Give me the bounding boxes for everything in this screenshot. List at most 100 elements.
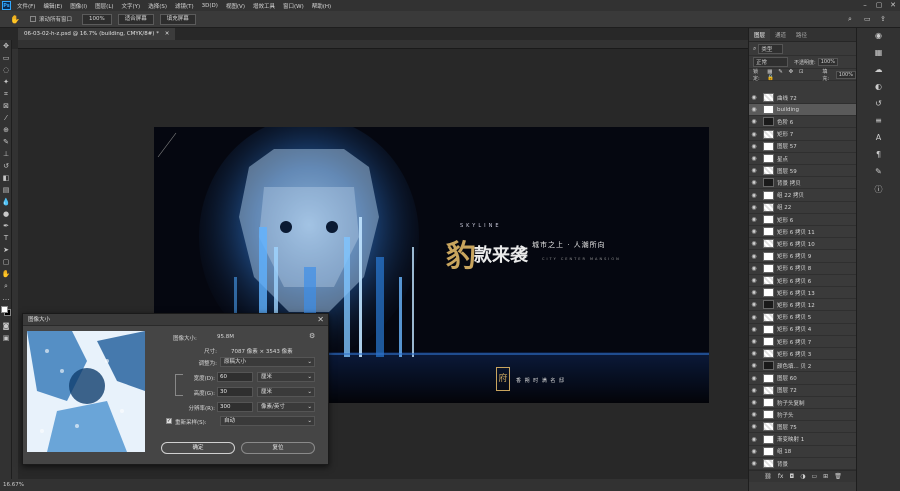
close-icon[interactable]: ✕ — [886, 0, 900, 11]
swatches-panel-icon[interactable]: ▦ — [871, 48, 887, 62]
visibility-eye-icon[interactable]: ◉ — [749, 387, 759, 394]
layer-row[interactable]: ◉ 矩形 6 拷贝 12 — [749, 299, 857, 312]
crop-tool-icon[interactable]: ⌗ — [0, 88, 12, 100]
visibility-eye-icon[interactable]: ◉ — [749, 460, 759, 467]
history-panel-icon[interactable]: ↺ — [871, 99, 887, 113]
tab-layers[interactable]: 图层 — [749, 29, 771, 41]
delete-layer-icon[interactable]: 🗑 — [834, 473, 842, 480]
visibility-eye-icon[interactable]: ◉ — [749, 448, 759, 455]
stamp-tool-icon[interactable]: ⊥ — [0, 148, 12, 160]
share-icon[interactable]: ⇪ — [880, 15, 886, 23]
screen-mode-icon[interactable]: ▣ — [0, 332, 12, 344]
fill-screen-button[interactable]: 填充屏幕 — [159, 13, 196, 25]
visibility-eye-icon[interactable]: ◉ — [749, 204, 759, 211]
document-tab[interactable]: 06-03-02-h-z.psd @ 16.7% (building, CMYK… — [18, 28, 176, 40]
visibility-eye-icon[interactable]: ◉ — [749, 94, 759, 101]
info-panel-icon[interactable]: ⓘ — [871, 184, 887, 198]
layer-row[interactable]: ◉ 矩形 6 拷贝 10 — [749, 238, 857, 251]
magic-wand-icon[interactable]: ✦ — [0, 76, 12, 88]
add-mask-icon[interactable]: ◘ — [789, 473, 794, 480]
visibility-eye-icon[interactable]: ◉ — [749, 228, 759, 235]
more-tools-icon[interactable]: … — [0, 292, 12, 304]
properties-panel-icon[interactable]: ≡ — [871, 116, 887, 130]
brushes-panel-icon[interactable]: ✎ — [871, 167, 887, 181]
layer-row[interactable]: ◉ building — [749, 104, 857, 117]
zoom-tool-icon[interactable]: ⌕ — [0, 280, 12, 292]
layer-row[interactable]: ◉ 色阶 6 — [749, 116, 857, 129]
ok-button[interactable]: 确定 — [161, 442, 235, 454]
dialog-close-icon[interactable]: ✕ — [317, 314, 324, 326]
settings-gear-icon[interactable]: ⚙ — [309, 332, 315, 340]
visibility-eye-icon[interactable]: ◉ — [749, 216, 759, 223]
scroll-all-checkbox[interactable] — [29, 16, 36, 22]
fit-to-select[interactable]: 原稿大小 ⌄ — [220, 357, 315, 367]
type-tool-icon[interactable]: T — [0, 232, 12, 244]
new-layer-icon[interactable]: ⊞ — [823, 473, 828, 480]
blur-tool-icon[interactable]: 💧 — [0, 196, 12, 208]
kind-filter[interactable]: 类型 — [758, 43, 784, 54]
visibility-eye-icon[interactable]: ◉ — [749, 155, 759, 162]
link-layers-icon[interactable]: ⛓ — [764, 473, 772, 480]
visibility-eye-icon[interactable]: ◉ — [749, 253, 759, 260]
menu-view[interactable]: 视图(V) — [226, 2, 245, 10]
rectangle-tool-icon[interactable]: ▢ — [0, 256, 12, 268]
character-panel-icon[interactable]: A — [871, 133, 887, 147]
quick-mask-icon[interactable]: ◙ — [0, 320, 12, 332]
dialog-title-bar[interactable]: 图像大小 — [23, 314, 328, 326]
menu-type[interactable]: 文字(Y) — [122, 2, 141, 10]
close-tab-icon[interactable]: ✕ — [165, 31, 170, 37]
menu-plugins[interactable]: 增效工具 — [253, 2, 275, 10]
gradient-tool-icon[interactable]: ▤ — [0, 184, 12, 196]
maximize-icon[interactable]: ▢ — [872, 0, 886, 11]
history-brush-icon[interactable]: ↺ — [0, 160, 12, 172]
layer-row[interactable]: ◉ 组 22 — [749, 202, 857, 214]
adjustments-panel-icon[interactable]: ◐ — [871, 82, 887, 96]
layer-row[interactable]: ◉ 星点 — [749, 153, 857, 165]
width-unit-select[interactable]: 厘米 ⌄ — [257, 372, 315, 382]
visibility-eye-icon[interactable]: ◉ — [749, 289, 759, 296]
layer-row[interactable]: ◉ 矩形 7 — [749, 129, 857, 141]
path-select-icon[interactable]: ➤ — [0, 244, 12, 256]
visibility-eye-icon[interactable]: ◉ — [749, 131, 759, 138]
menu-3d[interactable]: 3D(D) — [202, 3, 218, 9]
visibility-eye-icon[interactable]: ◉ — [749, 192, 759, 199]
hand-tool-side-icon[interactable]: ✋ — [0, 268, 12, 280]
fx-icon[interactable]: fx — [778, 473, 784, 480]
width-input[interactable]: 60 — [217, 372, 253, 382]
search-icon[interactable]: ⌕ — [848, 15, 852, 24]
menu-filter[interactable]: 滤镜(T) — [175, 2, 194, 10]
visibility-eye-icon[interactable]: ◉ — [749, 436, 759, 443]
menu-file[interactable]: 文件(F) — [17, 2, 35, 10]
layer-row[interactable]: ◉ 曲线 72 — [749, 92, 857, 104]
image-preview[interactable] — [27, 331, 145, 452]
layer-row[interactable]: ◉ 矩形 6 — [749, 214, 857, 226]
pen-tool-icon[interactable]: ✒ — [0, 220, 12, 232]
layer-row[interactable]: ◉ 颜色填... 贝 2 — [749, 360, 857, 373]
visibility-eye-icon[interactable]: ◉ — [749, 167, 759, 174]
minimize-icon[interactable]: – — [858, 0, 872, 11]
layer-row[interactable]: ◉ 渐变映射 1 — [749, 434, 857, 446]
layer-row[interactable]: ◉ 组 22 拷贝 — [749, 190, 857, 202]
visibility-eye-icon[interactable]: ◉ — [749, 362, 759, 369]
menu-select[interactable]: 选择(S) — [148, 2, 167, 10]
fill-input[interactable]: 100% — [835, 70, 856, 79]
tab-channels[interactable]: 通道 — [770, 31, 791, 41]
menu-help[interactable]: 帮助(H) — [312, 2, 331, 10]
menu-image[interactable]: 图像(I) — [70, 2, 87, 10]
layer-row[interactable]: ◉ 图层 75 — [749, 421, 857, 434]
lock-icons[interactable]: ▦ ✎ ✥ ⊡ 🔒 — [767, 69, 816, 81]
height-unit-select[interactable]: 厘米 ⌄ — [257, 387, 315, 397]
visibility-eye-icon[interactable]: ◉ — [749, 277, 759, 284]
layer-row[interactable]: ◉ 背景 拷贝 — [749, 177, 857, 190]
eraser-tool-icon[interactable]: ◧ — [0, 172, 12, 184]
healing-brush-icon[interactable]: ⊕ — [0, 124, 12, 136]
layer-row[interactable]: ◉ 图层 57 — [749, 141, 857, 153]
resolution-unit-select[interactable]: 像素/英寸 ⌄ — [257, 402, 315, 412]
move-tool-icon[interactable]: ✥ — [0, 40, 12, 52]
visibility-eye-icon[interactable]: ◉ — [749, 411, 759, 418]
visibility-eye-icon[interactable]: ◉ — [749, 326, 759, 333]
layer-row[interactable]: ◉ 豹子头 — [749, 409, 857, 422]
brush-tool-icon[interactable]: ✎ — [0, 136, 12, 148]
new-group-icon[interactable]: ▭ — [811, 473, 817, 480]
paragraph-panel-icon[interactable]: ¶ — [871, 150, 887, 164]
